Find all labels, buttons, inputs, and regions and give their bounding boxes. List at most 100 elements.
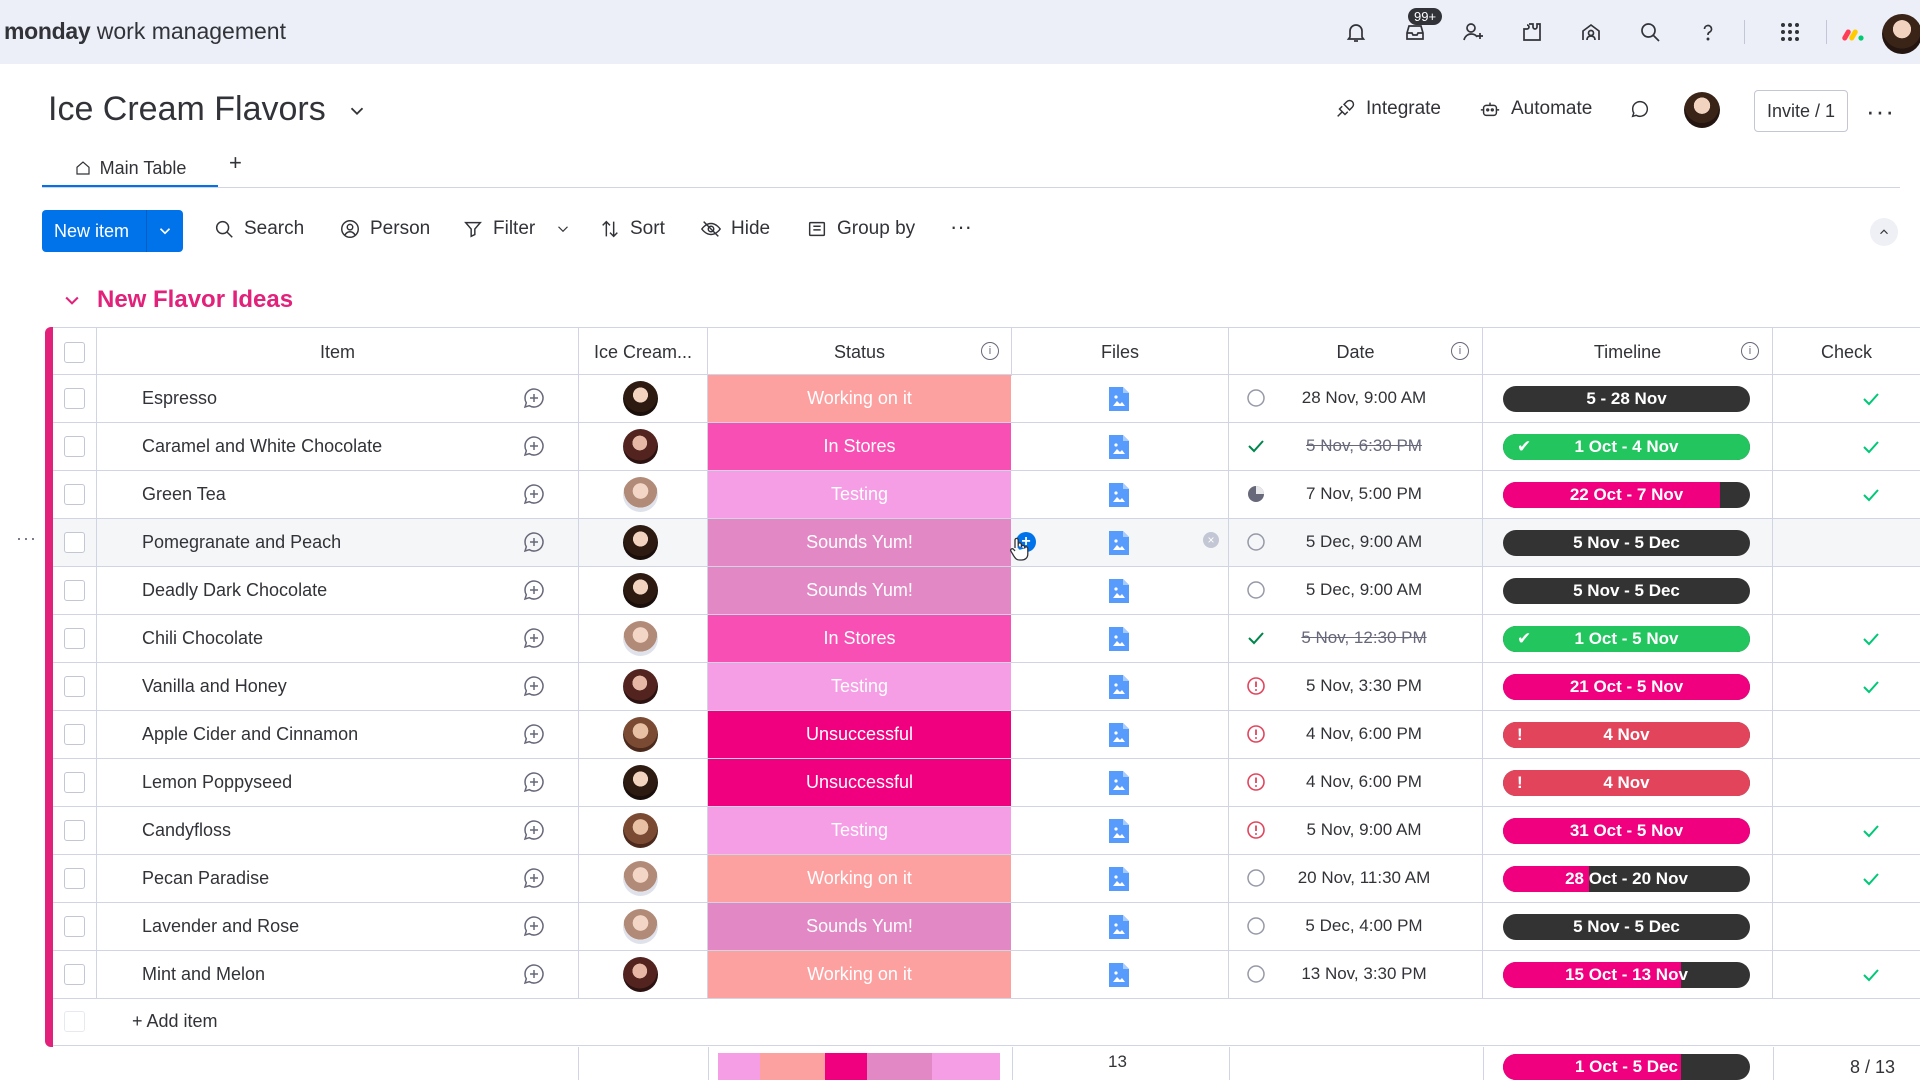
avatar[interactable] (623, 861, 658, 896)
toolbar-more-icon[interactable]: ··· (950, 214, 972, 240)
add-update-icon[interactable] (521, 865, 547, 891)
status-label[interactable]: Testing (708, 663, 1011, 710)
add-update-icon[interactable] (521, 673, 547, 699)
info-icon[interactable]: i (1451, 342, 1469, 360)
column-header-files[interactable]: Files (1012, 328, 1229, 376)
timeline-summary[interactable]: 1 Oct - 5 Dec (1503, 1054, 1750, 1080)
column-header-date[interactable]: Date i (1229, 328, 1483, 376)
avatar[interactable] (623, 957, 658, 992)
add-update-icon[interactable] (521, 385, 547, 411)
check-icon[interactable] (1861, 677, 1881, 697)
add-update-icon[interactable] (521, 961, 547, 987)
status-label[interactable]: Unsuccessful (708, 711, 1011, 758)
column-header-check[interactable]: Check (1773, 328, 1920, 376)
check-icon[interactable] (1861, 821, 1881, 841)
timeline-bar[interactable]: 21 Oct - 5 Nov (1503, 674, 1750, 700)
automate-button[interactable]: Automate (1479, 98, 1592, 120)
search-icon[interactable] (1634, 16, 1666, 48)
file-icon[interactable] (1107, 961, 1131, 989)
check-icon[interactable] (1861, 869, 1881, 889)
table-row[interactable]: Vanilla and Honey Testing 5 Nov, 3:30 PM 21… (53, 663, 1920, 711)
monday-logo-icon[interactable] (1838, 16, 1870, 48)
file-icon[interactable] (1107, 433, 1131, 461)
timeline-bar[interactable]: ! 4 Nov (1503, 770, 1750, 796)
collapse-header-button[interactable] (1870, 218, 1898, 246)
new-item-button[interactable]: New item (42, 210, 183, 252)
invite-members-icon[interactable] (1457, 16, 1489, 48)
file-icon[interactable] (1107, 865, 1131, 893)
file-icon[interactable] (1107, 673, 1131, 701)
chevron-down-icon[interactable] (62, 290, 82, 310)
select-all-checkbox[interactable] (64, 341, 85, 363)
more-options-icon[interactable]: ··· (1866, 96, 1895, 127)
person-filter-button[interactable]: Person (339, 218, 430, 240)
file-icon[interactable] (1107, 721, 1131, 749)
add-update-icon[interactable] (521, 481, 547, 507)
table-row[interactable]: Caramel and White Chocolate In Stores 5 No… (53, 423, 1920, 471)
avatar[interactable] (623, 477, 658, 512)
sort-button[interactable]: Sort (599, 218, 665, 240)
chevron-down-icon[interactable] (554, 220, 572, 238)
teams-icon[interactable] (1575, 16, 1607, 48)
timeline-bar[interactable]: 5 Nov - 5 Dec (1503, 914, 1750, 940)
help-icon[interactable] (1692, 16, 1724, 48)
timeline-bar[interactable]: ✔ 1 Oct - 4 Nov (1503, 434, 1750, 460)
filter-button[interactable]: Filter (462, 218, 572, 240)
info-icon[interactable]: i (981, 342, 999, 360)
file-icon[interactable] (1107, 577, 1131, 605)
column-header-status[interactable]: Status i (708, 328, 1012, 376)
table-row[interactable]: Chili Chocolate In Stores 5 Nov, 12:30 PM ✔… (53, 615, 1920, 663)
add-update-icon[interactable] (521, 769, 547, 795)
avatar[interactable] (623, 813, 658, 848)
chevron-down-icon[interactable] (346, 100, 368, 122)
table-row[interactable]: Pecan Paradise Working on it 20 Nov, 11:30… (53, 855, 1920, 903)
table-row[interactable]: Lemon Poppyseed Unsuccessful 4 Nov, 6:00 P… (53, 759, 1920, 807)
timeline-bar[interactable]: 5 Nov - 5 Dec (1503, 578, 1750, 604)
avatar[interactable] (623, 429, 658, 464)
board-title[interactable]: Ice Cream Flavors (48, 90, 326, 129)
add-item-row[interactable]: + Add item (53, 998, 1920, 1046)
column-header-owner[interactable]: Ice Cream... (579, 328, 708, 376)
clear-date-icon[interactable]: × (1203, 532, 1219, 548)
user-avatar[interactable] (1882, 14, 1920, 54)
status-label[interactable]: Testing (708, 471, 1011, 518)
file-icon[interactable] (1107, 385, 1131, 413)
check-icon[interactable] (1861, 437, 1881, 457)
file-icon[interactable] (1107, 625, 1131, 653)
brand-logo[interactable]: monday work management (4, 18, 286, 45)
group-title[interactable]: New Flavor Ideas (97, 286, 293, 314)
timeline-bar[interactable]: ! 4 Nov (1503, 722, 1750, 748)
avatar[interactable] (623, 621, 658, 656)
apps-marketplace-icon[interactable] (1516, 16, 1548, 48)
check-icon[interactable] (1861, 389, 1881, 409)
status-label[interactable]: In Stores (708, 423, 1011, 470)
add-update-icon[interactable] (521, 529, 547, 555)
integrate-button[interactable]: Integrate (1334, 98, 1441, 120)
status-label[interactable]: Sounds Yum! (708, 903, 1011, 950)
timeline-bar[interactable]: 5 - 28 Nov (1503, 386, 1750, 412)
avatar[interactable] (623, 909, 658, 944)
table-row[interactable]: Deadly Dark Chocolate Sounds Yum! 5 Dec, 9… (53, 567, 1920, 615)
hide-button[interactable]: Hide (700, 218, 770, 240)
table-row[interactable]: Espresso Working on it 28 Nov, 9:00 AM 5 - … (53, 375, 1920, 423)
add-update-icon[interactable] (521, 913, 547, 939)
table-row[interactable]: Green Tea Testing 7 Nov, 5:00 PM 22 Oct - 7… (53, 471, 1920, 519)
status-label[interactable]: Sounds Yum! (708, 567, 1011, 614)
table-row[interactable]: Mint and Melon Working on it 13 Nov, 3:30 … (53, 951, 1920, 999)
file-icon[interactable] (1107, 529, 1131, 557)
search-button[interactable]: Search (213, 218, 304, 240)
add-update-icon[interactable] (521, 817, 547, 843)
invite-button[interactable]: Invite / 1 (1754, 90, 1848, 132)
timeline-bar[interactable]: 28 Oct - 20 Nov (1503, 866, 1750, 892)
table-row[interactable]: Apple Cider and Cinnamon Unsuccessful 4 No… (53, 711, 1920, 759)
check-icon[interactable] (1861, 965, 1881, 985)
status-label[interactable]: Unsuccessful (708, 759, 1011, 806)
add-update-icon[interactable] (521, 625, 547, 651)
avatar[interactable] (623, 525, 658, 560)
timeline-bar[interactable]: ✔ 1 Oct - 5 Nov (1503, 626, 1750, 652)
avatar[interactable] (623, 765, 658, 800)
status-label[interactable]: Sounds Yum! (708, 519, 1011, 566)
info-icon[interactable]: i (1741, 342, 1759, 360)
check-icon[interactable] (1861, 485, 1881, 505)
status-label[interactable]: Working on it (708, 855, 1011, 902)
